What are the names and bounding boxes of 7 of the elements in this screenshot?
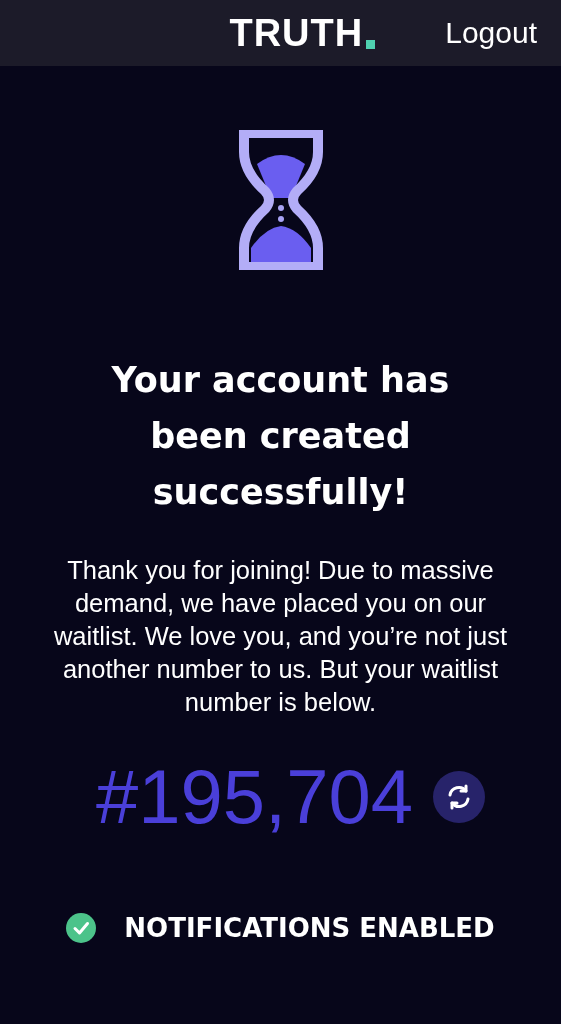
logo: TRUTH: [229, 14, 364, 52]
refresh-button[interactable]: [433, 771, 485, 823]
waitlist-message: Thank you for joining! Due to massive demand, we have placed you on our waitlist. We love you, and you’re not just another number to us. But your waitlist number is below.: [52, 555, 509, 718]
logout-link[interactable]: Logout: [445, 16, 537, 50]
success-heading: Your account has been created successfully!: [110, 359, 451, 514]
waitlist-number: #195,704: [96, 759, 413, 835]
notifications-status: NOTIFICATIONS ENABLED: [124, 913, 495, 943]
